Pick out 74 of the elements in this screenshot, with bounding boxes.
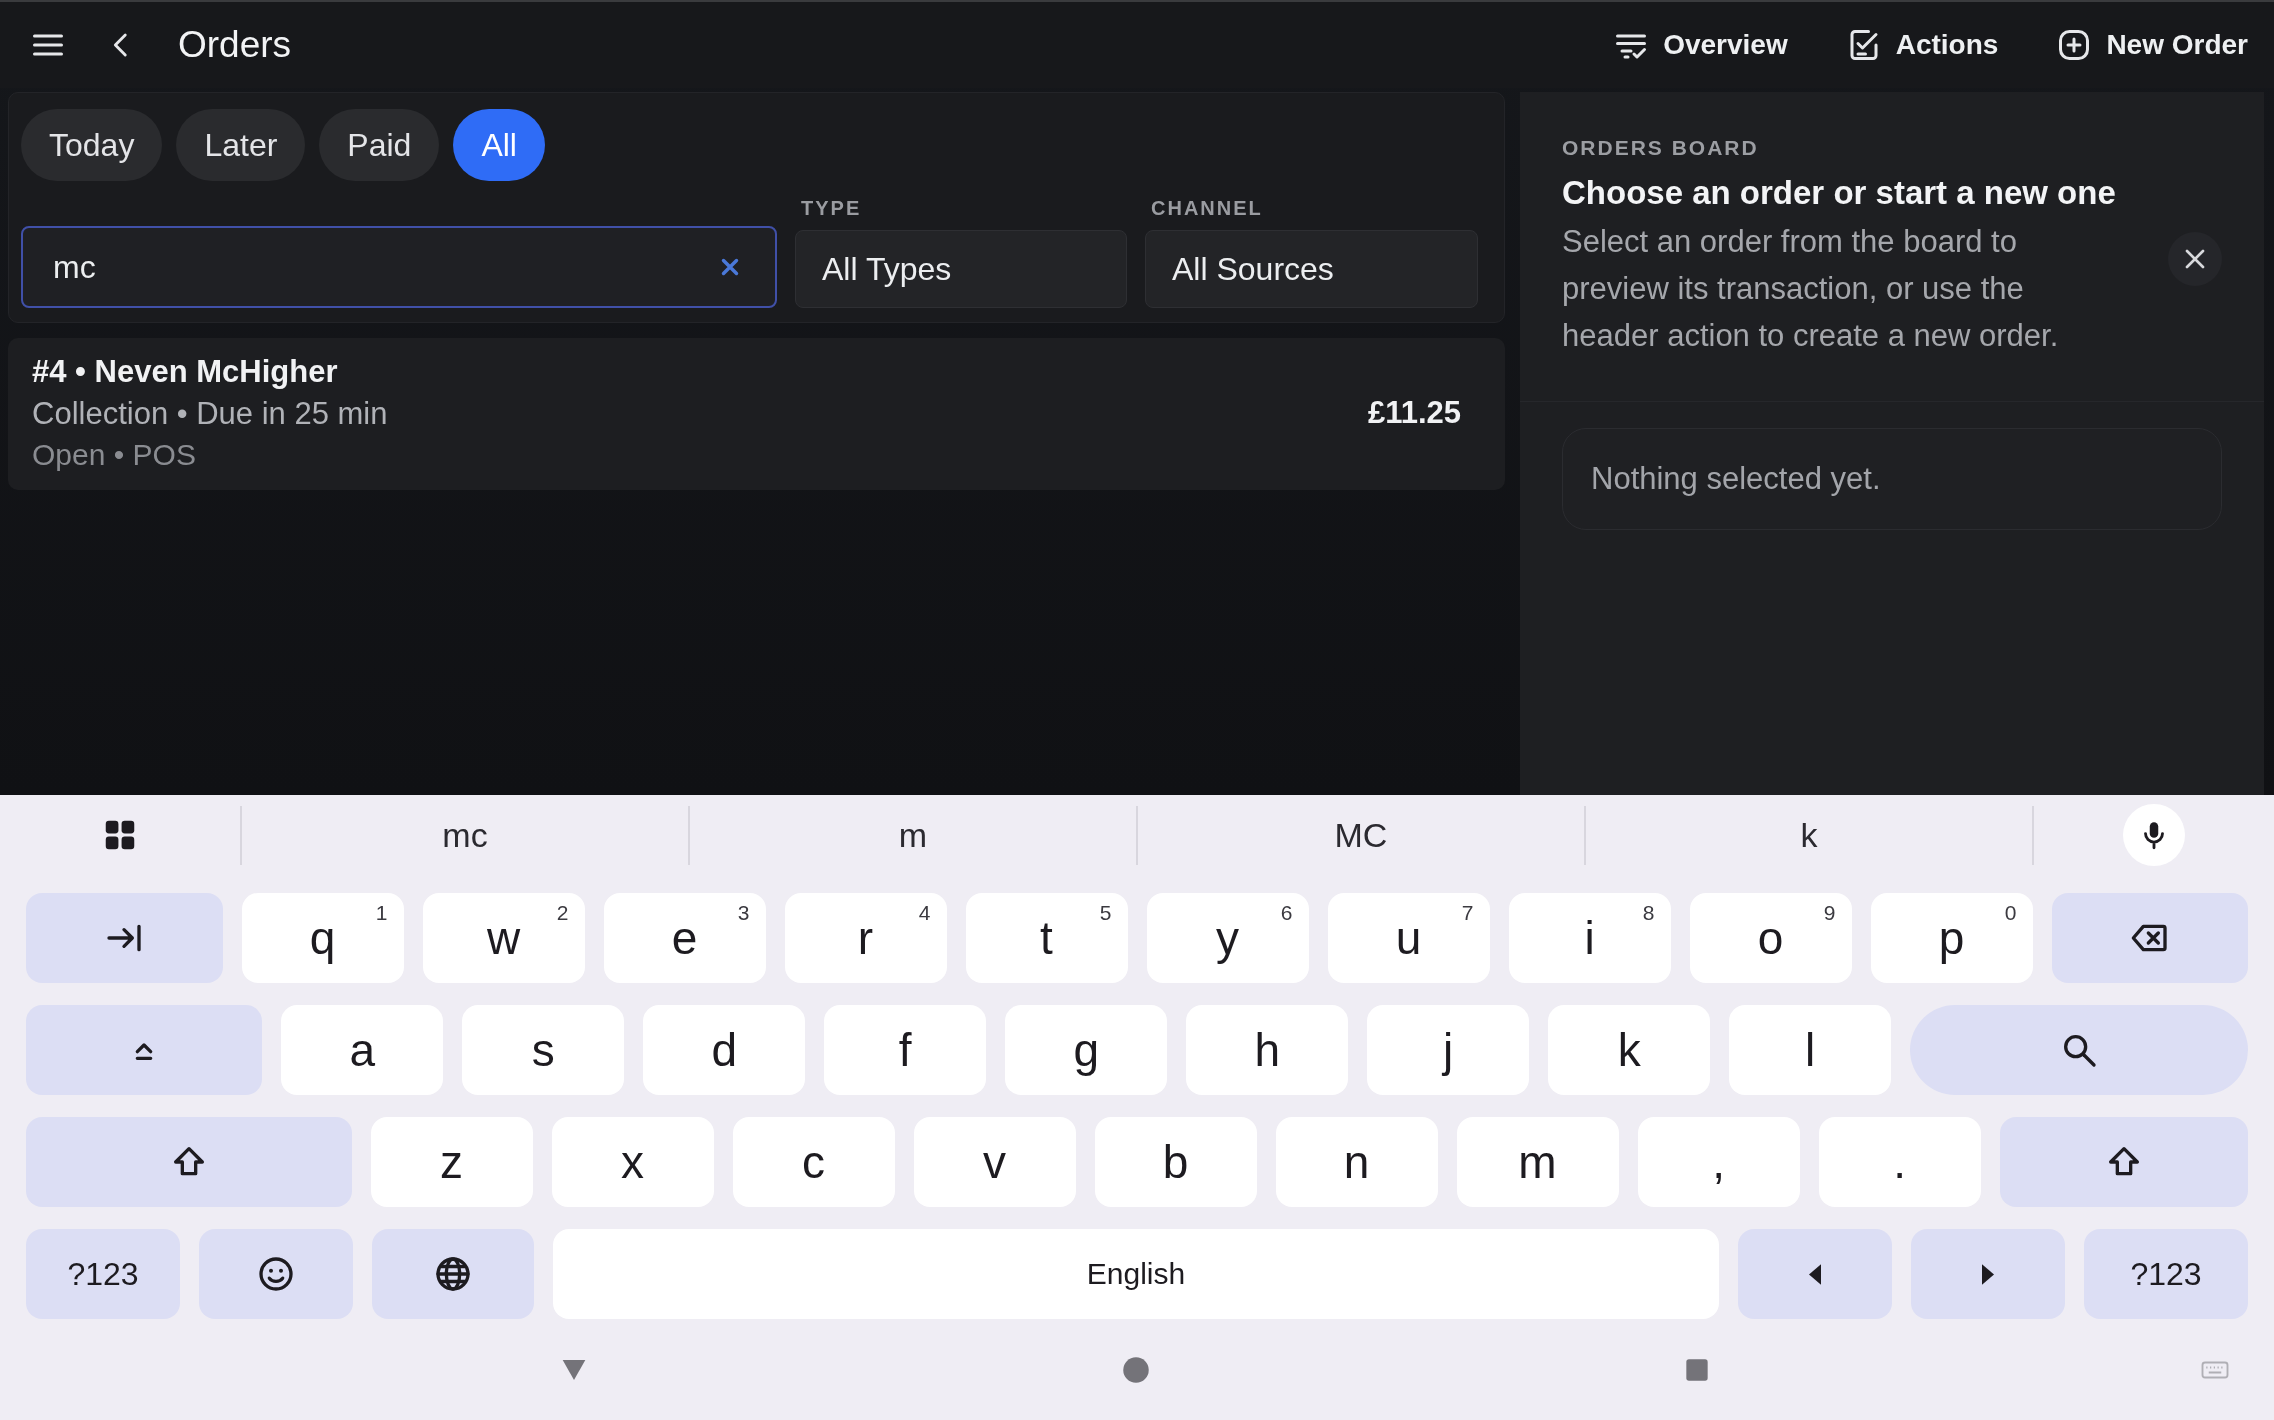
key-hint: 4 xyxy=(918,901,931,925)
search-field[interactable]: mc xyxy=(21,226,777,308)
keyboard-key[interactable]: k xyxy=(1548,1005,1711,1095)
keyboard-key[interactable]: o 9 xyxy=(1689,893,1852,983)
order-details: Collection • Due in 25 min xyxy=(32,396,389,432)
filter-tab[interactable]: Today xyxy=(21,109,163,181)
keyboard-key[interactable]: i 8 xyxy=(1508,893,1671,983)
order-title: #4 • Neven McHigher xyxy=(32,354,339,390)
key-hint: 9 xyxy=(1823,901,1836,925)
keyboard-key[interactable]: u 7 xyxy=(1327,893,1490,983)
keyboard-key[interactable]: p 0 xyxy=(1870,893,2033,983)
keyboard-key[interactable]: l xyxy=(1729,1005,1892,1095)
filter-tab[interactable]: All xyxy=(453,109,545,181)
keyboard-key[interactable]: m xyxy=(1456,1117,1619,1207)
globe-icon xyxy=(433,1254,473,1294)
keyboard-key[interactable]: j xyxy=(1367,1005,1530,1095)
key-hint: 6 xyxy=(1280,901,1293,925)
new-order-button[interactable]: New Order xyxy=(2056,27,2248,63)
suggestion-chip[interactable]: m xyxy=(688,805,1136,865)
panel-description: Select an order from the board to preview its transaction, or use the header action to create a new order. xyxy=(1562,223,2060,355)
suggestion-chip[interactable]: mc xyxy=(240,805,688,865)
smiley-icon xyxy=(256,1254,296,1294)
space-bar[interactable]: English xyxy=(553,1229,1719,1319)
keyboard-key[interactable]: c xyxy=(732,1117,895,1207)
keyboard-key[interactable]: h xyxy=(1186,1005,1349,1095)
keyboard-key[interactable]: z xyxy=(370,1117,533,1207)
emoji-key[interactable] xyxy=(199,1229,353,1319)
keyboard-key[interactable]: b xyxy=(1094,1117,1257,1207)
panel-heading: Choose an order or start a new one xyxy=(1562,174,2117,212)
keyboard-key[interactable]: a xyxy=(281,1005,444,1095)
page-title: Orders xyxy=(178,24,292,66)
empty-state-message: Nothing selected yet. xyxy=(1562,428,2222,530)
keyboard-key[interactable]: x xyxy=(551,1117,714,1207)
keyboard-key[interactable]: g xyxy=(1005,1005,1168,1095)
keyboard-key[interactable]: e 3 xyxy=(603,893,766,983)
keyboard-key[interactable]: r 4 xyxy=(784,893,947,983)
field-label: TYPE xyxy=(800,197,863,221)
keyboard-key[interactable]: . xyxy=(1818,1117,1981,1207)
field-label: CHANNEL xyxy=(1150,197,1264,221)
channel-dropdown[interactable]: All Sources xyxy=(1145,230,1478,308)
overview-button[interactable]: Overview xyxy=(1613,27,1788,63)
symbols-key[interactable]: ?123 xyxy=(26,1229,180,1319)
keyboard-key[interactable]: q 1 xyxy=(241,893,404,983)
order-card[interactable]: #4 • Neven McHigher Collection • Due in 25 min Open • POS £11.25 xyxy=(8,338,1505,490)
backspace-key[interactable] xyxy=(2051,893,2248,983)
filter-tab[interactable]: Later xyxy=(176,109,306,181)
key-hint: 8 xyxy=(1642,901,1655,925)
order-total: £11.25 xyxy=(1367,395,1461,431)
keyboard-key[interactable]: n xyxy=(1275,1117,1438,1207)
language-key[interactable] xyxy=(372,1229,534,1319)
key-hint: 7 xyxy=(1461,901,1474,925)
key-hint: 2 xyxy=(556,901,569,925)
keyboard-key[interactable]: , xyxy=(1637,1117,1800,1207)
keyboard-key[interactable]: w 2 xyxy=(422,893,585,983)
keyboard-key[interactable]: v xyxy=(913,1117,1076,1207)
key-hint: 0 xyxy=(2004,901,2017,925)
symbols-key[interactable]: ?123 xyxy=(2084,1229,2248,1319)
key-hint: 5 xyxy=(1099,901,1112,925)
order-status: Open • POS xyxy=(32,438,197,472)
keyboard-key[interactable]: d xyxy=(643,1005,806,1095)
left-arrow-icon xyxy=(1809,1263,1821,1285)
key-hint: 1 xyxy=(375,901,388,925)
key-hint: 3 xyxy=(737,901,750,925)
actions-button[interactable]: Actions xyxy=(1845,27,1999,63)
right-arrow-icon xyxy=(1982,1263,1994,1285)
keyboard-key[interactable]: y 6 xyxy=(1146,893,1309,983)
keyboard-key[interactable]: f xyxy=(824,1005,987,1095)
keyboard-key[interactable]: s xyxy=(462,1005,625,1095)
filter-tab[interactable]: Paid xyxy=(319,109,440,181)
keyboard-key[interactable]: t 5 xyxy=(965,893,1128,983)
type-dropdown[interactable]: All Types xyxy=(795,230,1127,308)
suggestion-chip[interactable]: k xyxy=(1584,805,2034,865)
suggestion-chip[interactable]: MC xyxy=(1136,805,1584,865)
panel-eyebrow: ORDERS BOARD xyxy=(1562,136,1760,160)
